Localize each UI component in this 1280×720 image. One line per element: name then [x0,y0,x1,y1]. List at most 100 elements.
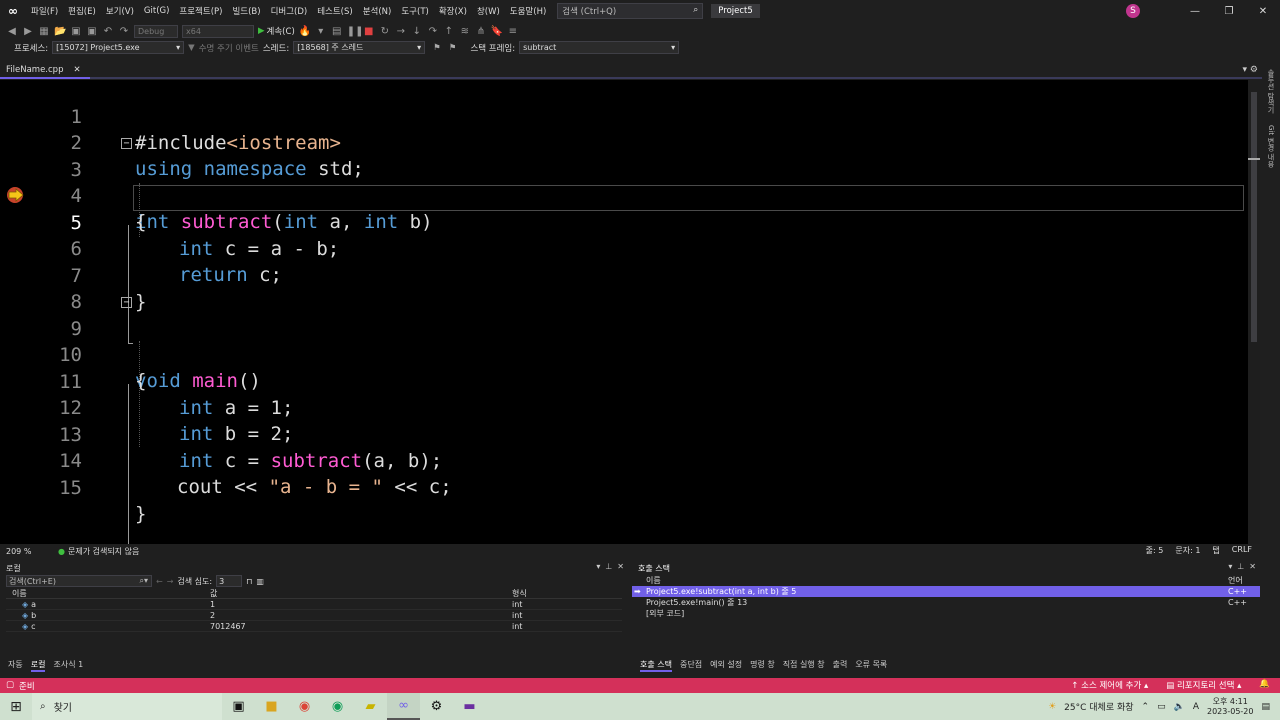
tab-exception-settings[interactable]: 예외 설정 [710,659,742,672]
view-columns-icon[interactable]: ▥ [256,577,264,586]
show-next-statement-icon[interactable]: → [395,26,407,37]
bookmark-icon[interactable]: 🔖 [491,26,503,37]
table-row[interactable]: ◈ c 7012467 int [6,621,622,632]
restore-icon[interactable]: ❐ [1212,6,1246,17]
network-icon[interactable]: ▭ [1157,702,1166,712]
tray-chevron-icon[interactable]: ⌃ [1142,702,1150,712]
new-item-icon[interactable]: ▦ [38,26,50,37]
var-value[interactable]: 2 [208,611,510,620]
chrome-icon[interactable]: ◉ [288,693,321,720]
tab-watch-1[interactable]: 조사식 1 [53,659,83,672]
close-icon[interactable]: ✕ [1246,6,1280,17]
weather-icon[interactable]: ☀ [1048,702,1056,712]
configuration-select[interactable]: Debug [134,24,178,38]
close-icon[interactable]: ✕ [73,65,80,75]
scroll-thumb[interactable] [1251,92,1257,342]
call-stack-frame-selected[interactable]: ➡ Project5.exe!subtract(int a, int b) 줄 … [632,586,1260,597]
pin-icon[interactable]: ⊥ [605,562,612,571]
issues-status[interactable]: 문제가 검색되지 않음 [68,546,139,557]
close-icon[interactable]: ✕ [617,562,624,571]
back-icon[interactable]: ← [156,577,163,586]
hot-reload-dropdown-icon[interactable]: ▾ [315,26,327,37]
restart-icon[interactable]: ↻ [379,26,391,37]
minimize-icon[interactable]: — [1178,6,1212,17]
lifecycle-events-label[interactable]: 수명 주기 이벤트 [199,42,259,54]
depth-select[interactable]: 3 [216,575,243,587]
select-repository-button[interactable]: ▤ 리포지토리 선택 ▴ [1166,679,1241,691]
weather-text[interactable]: 25°C 대체로 화창 [1064,700,1133,713]
pause-icon[interactable]: ❚❚ [347,26,364,37]
tab-breakpoints[interactable]: 중단점 [680,659,702,672]
col-name[interactable]: 이름 [646,575,1228,586]
ime-indicator[interactable]: A [1193,702,1199,712]
step-over-icon[interactable]: ↷ [427,26,439,37]
menu-extensions[interactable]: 확장(X) [434,5,472,17]
visual-studio-icon[interactable]: ∞ [387,693,420,720]
notification-center-icon[interactable]: ▤ [1261,702,1270,712]
menu-help[interactable]: 도움말(H) [505,5,551,17]
tab-autos[interactable]: 자동 [8,659,23,672]
thread-select[interactable]: [18568] 주 스레드 ▾ [293,41,426,54]
menu-test[interactable]: 테스트(S) [312,5,358,17]
hot-reload-icon[interactable]: 🔥 [299,26,311,37]
platform-select[interactable]: x64 [182,24,254,38]
thread-flag-icon[interactable]: ⚑ [433,43,441,53]
menu-tools[interactable]: 도구(T) [396,5,433,17]
tab-filename-cpp[interactable]: FileName.cpp ✕ [0,63,90,79]
sticky-notes-icon[interactable]: ▰ [354,693,387,720]
clock[interactable]: 오후 4:11 2023-05-20 [1207,697,1254,717]
comment-icon[interactable]: ≡ [507,26,519,37]
redo-icon[interactable]: ↷ [118,26,130,37]
menu-analyze[interactable]: 분석(N) [358,5,397,17]
table-row[interactable]: ◈ a 1 int [6,599,622,610]
visual-studio-logo-icon[interactable]: ∞ [0,0,26,22]
zoom-level[interactable]: 209 % [6,547,44,556]
filter-icon[interactable]: ▼ [188,43,195,53]
call-stack-frame[interactable]: [외부 코드] [632,608,1260,619]
terminal-icon[interactable]: ▬ [453,693,486,720]
line-info[interactable]: 줄: 5 [1146,545,1164,556]
avatar[interactable]: S [1126,4,1140,18]
forward-icon[interactable]: ▶ [22,26,34,37]
var-value[interactable]: 7012467 [208,622,510,631]
menu-build[interactable]: 빌드(B) [227,5,265,17]
tab-output[interactable]: 출력 [833,659,848,672]
menu-edit[interactable]: 편집(E) [63,5,101,17]
col-value[interactable]: 값 [208,588,510,599]
code-editor[interactable]: 1 #include<iostream> 2 using namespace s… [0,80,1248,544]
volume-icon[interactable]: 🔈 [1174,702,1185,712]
git-changes-tab[interactable]: Git 변경 내용 [1266,125,1276,168]
stop-icon[interactable]: ■ [363,26,375,37]
menu-view[interactable]: 보기(V) [101,5,139,17]
menu-file[interactable]: 파일(F) [26,5,63,17]
menu-window[interactable]: 창(W) [472,5,505,17]
table-row[interactable]: ◈ b 2 int [6,610,622,621]
var-value[interactable]: 1 [208,600,510,609]
tab-command-window[interactable]: 명령 창 [750,659,775,672]
tab-error-list[interactable]: 오류 목록 [855,659,887,672]
col-name[interactable]: 이름 [6,588,208,599]
file-explorer-icon[interactable]: ■ [255,693,288,720]
back-icon[interactable]: ◀ [6,26,18,37]
chevron-down-icon[interactable]: ▾ [596,562,600,571]
windows-start-icon[interactable]: ⊞ [0,699,32,715]
menu-git[interactable]: Git(G) [139,6,175,16]
collapse-icon[interactable]: − [121,297,132,308]
tab-info[interactable]: 탭 [1212,545,1219,556]
save-icon[interactable]: ▣ [70,26,82,37]
solution-explorer-tab[interactable]: 솔루션 탐색기 [1266,69,1276,113]
menu-project[interactable]: 프로젝트(P) [174,5,227,17]
locals-search-input[interactable]: 검색(Ctrl+E) ⌕▾ [6,575,152,587]
save-all-icon[interactable]: ▣ [86,26,98,37]
col-type[interactable]: 형식 [510,588,610,599]
process-select[interactable]: [15072] Project5.exe ▾ [52,41,185,54]
stack-frame-select[interactable]: subtract ▾ [519,41,680,54]
task-view-icon[interactable]: ▣ [222,693,255,720]
hex-display-icon[interactable]: ≋ [459,26,471,37]
step-into-icon[interactable]: ↓ [411,26,423,37]
chrome-profile-icon[interactable]: ◉ [321,693,354,720]
char-info[interactable]: 문자: 1 [1175,545,1200,556]
pin-icon[interactable]: ⊥ [1237,562,1244,571]
global-search-input[interactable]: 검색 (Ctrl+Q) ⌕ [557,3,704,19]
collapse-icon[interactable]: − [121,138,132,149]
